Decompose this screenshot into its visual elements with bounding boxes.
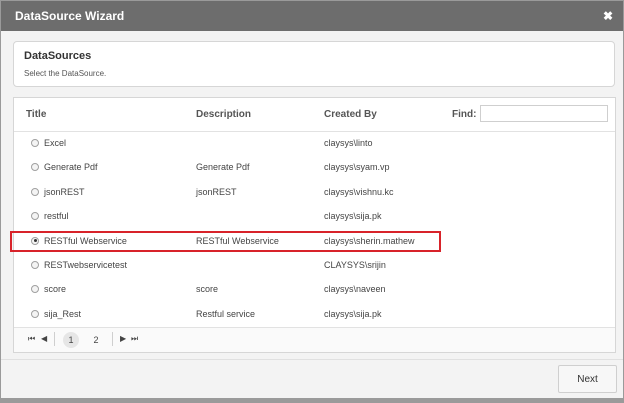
- row-title: sija_Rest: [44, 308, 82, 319]
- column-header-description[interactable]: Description: [196, 109, 251, 120]
- footer-divider: [1, 359, 623, 360]
- row-description: Generate Pdf: [196, 162, 250, 173]
- row-description: jsonREST: [196, 186, 237, 197]
- last-page-icon[interactable]: ⏭: [131, 334, 138, 344]
- row-radio-button[interactable]: [31, 236, 39, 245]
- row-radio-button[interactable]: [31, 309, 39, 318]
- row-description: RESTful Webservice: [196, 235, 279, 246]
- table-row[interactable]: score score claysys\naveen: [14, 278, 615, 302]
- table-row[interactable]: restful claysys\sija.pk: [14, 205, 615, 229]
- row-description: Restful service: [196, 308, 256, 319]
- row-radio-button[interactable]: [31, 212, 39, 221]
- table-row[interactable]: RESTful Webservice RESTful Webservice clay…: [10, 230, 615, 254]
- row-created-by: claysys\vishnu.kc: [324, 186, 394, 197]
- grid-header: Title Description Created By Find:: [14, 98, 615, 132]
- page-2-button[interactable]: 2: [88, 332, 104, 348]
- table-row[interactable]: RESTwebservicetest CLAYSYS\srijin: [14, 254, 615, 278]
- row-created-by: claysys\naveen: [324, 284, 386, 295]
- row-radio-button[interactable]: [31, 260, 39, 269]
- pager-divider: [54, 332, 55, 346]
- next-page-icon[interactable]: ▶: [120, 334, 126, 343]
- row-radio-button[interactable]: [31, 139, 39, 147]
- column-header-title[interactable]: Title: [26, 109, 46, 120]
- next-button[interactable]: Next: [558, 365, 617, 393]
- datasources-panel: DataSources Select the DataSource.: [13, 41, 615, 87]
- find-label: Find:: [452, 109, 477, 120]
- row-description: score: [196, 284, 219, 295]
- grid-rows: Excel claysys\linto Generate Pdf Generate P…: [10, 132, 615, 327]
- window-bottom-edge: [0, 398, 624, 403]
- pager-divider: [112, 332, 113, 346]
- row-title: Excel: [44, 138, 67, 148]
- row-title: score: [44, 284, 67, 295]
- datasource-wizard-dialog: DataSource Wizard ✖ DataSources Select t…: [0, 0, 624, 403]
- row-radio-button[interactable]: [31, 163, 39, 172]
- column-header-created-by[interactable]: Created By: [324, 109, 377, 120]
- pager: ⏮ ◀ 1 2 ▶ ⏭: [14, 327, 615, 352]
- datasource-grid: Title Description Created By Find: Excel…: [10, 97, 616, 353]
- row-title: RESTwebservicetest: [44, 259, 128, 270]
- row-title: Generate Pdf: [44, 162, 98, 173]
- section-heading: DataSources: [24, 50, 92, 62]
- row-created-by: claysys\sherin.mathew: [324, 235, 415, 246]
- row-created-by: claysys\syam.vp: [324, 162, 390, 173]
- dialog-title: DataSource Wizard: [15, 9, 125, 23]
- row-radio-button[interactable]: [31, 285, 39, 294]
- table-row[interactable]: Excel claysys\linto: [14, 132, 615, 156]
- row-created-by: claysys\sija.pk: [324, 308, 382, 319]
- row-created-by: claysys\sija.pk: [324, 211, 382, 222]
- table-row[interactable]: sija_Rest Restful service claysys\sija.pk: [14, 303, 615, 327]
- row-title: restful: [44, 211, 69, 222]
- page-1-button[interactable]: 1: [63, 332, 79, 348]
- row-created-by: CLAYSYS\srijin: [324, 259, 386, 270]
- table-row[interactable]: jsonREST jsonREST claysys\vishnu.kc: [14, 181, 615, 205]
- table-row[interactable]: Generate Pdf Generate Pdf claysys\syam.vp: [14, 156, 615, 180]
- row-title: jsonREST: [44, 186, 85, 197]
- section-subtitle: Select the DataSource.: [24, 69, 107, 78]
- prev-page-icon[interactable]: ◀: [41, 334, 47, 343]
- row-created-by: claysys\linto: [324, 138, 373, 148]
- row-radio-button[interactable]: [31, 187, 39, 196]
- title-bar: DataSource Wizard ✖: [1, 1, 623, 31]
- row-title: RESTful Webservice: [44, 235, 127, 246]
- find-input[interactable]: [480, 105, 608, 122]
- close-icon[interactable]: ✖: [601, 9, 615, 23]
- first-page-icon[interactable]: ⏮: [28, 334, 35, 344]
